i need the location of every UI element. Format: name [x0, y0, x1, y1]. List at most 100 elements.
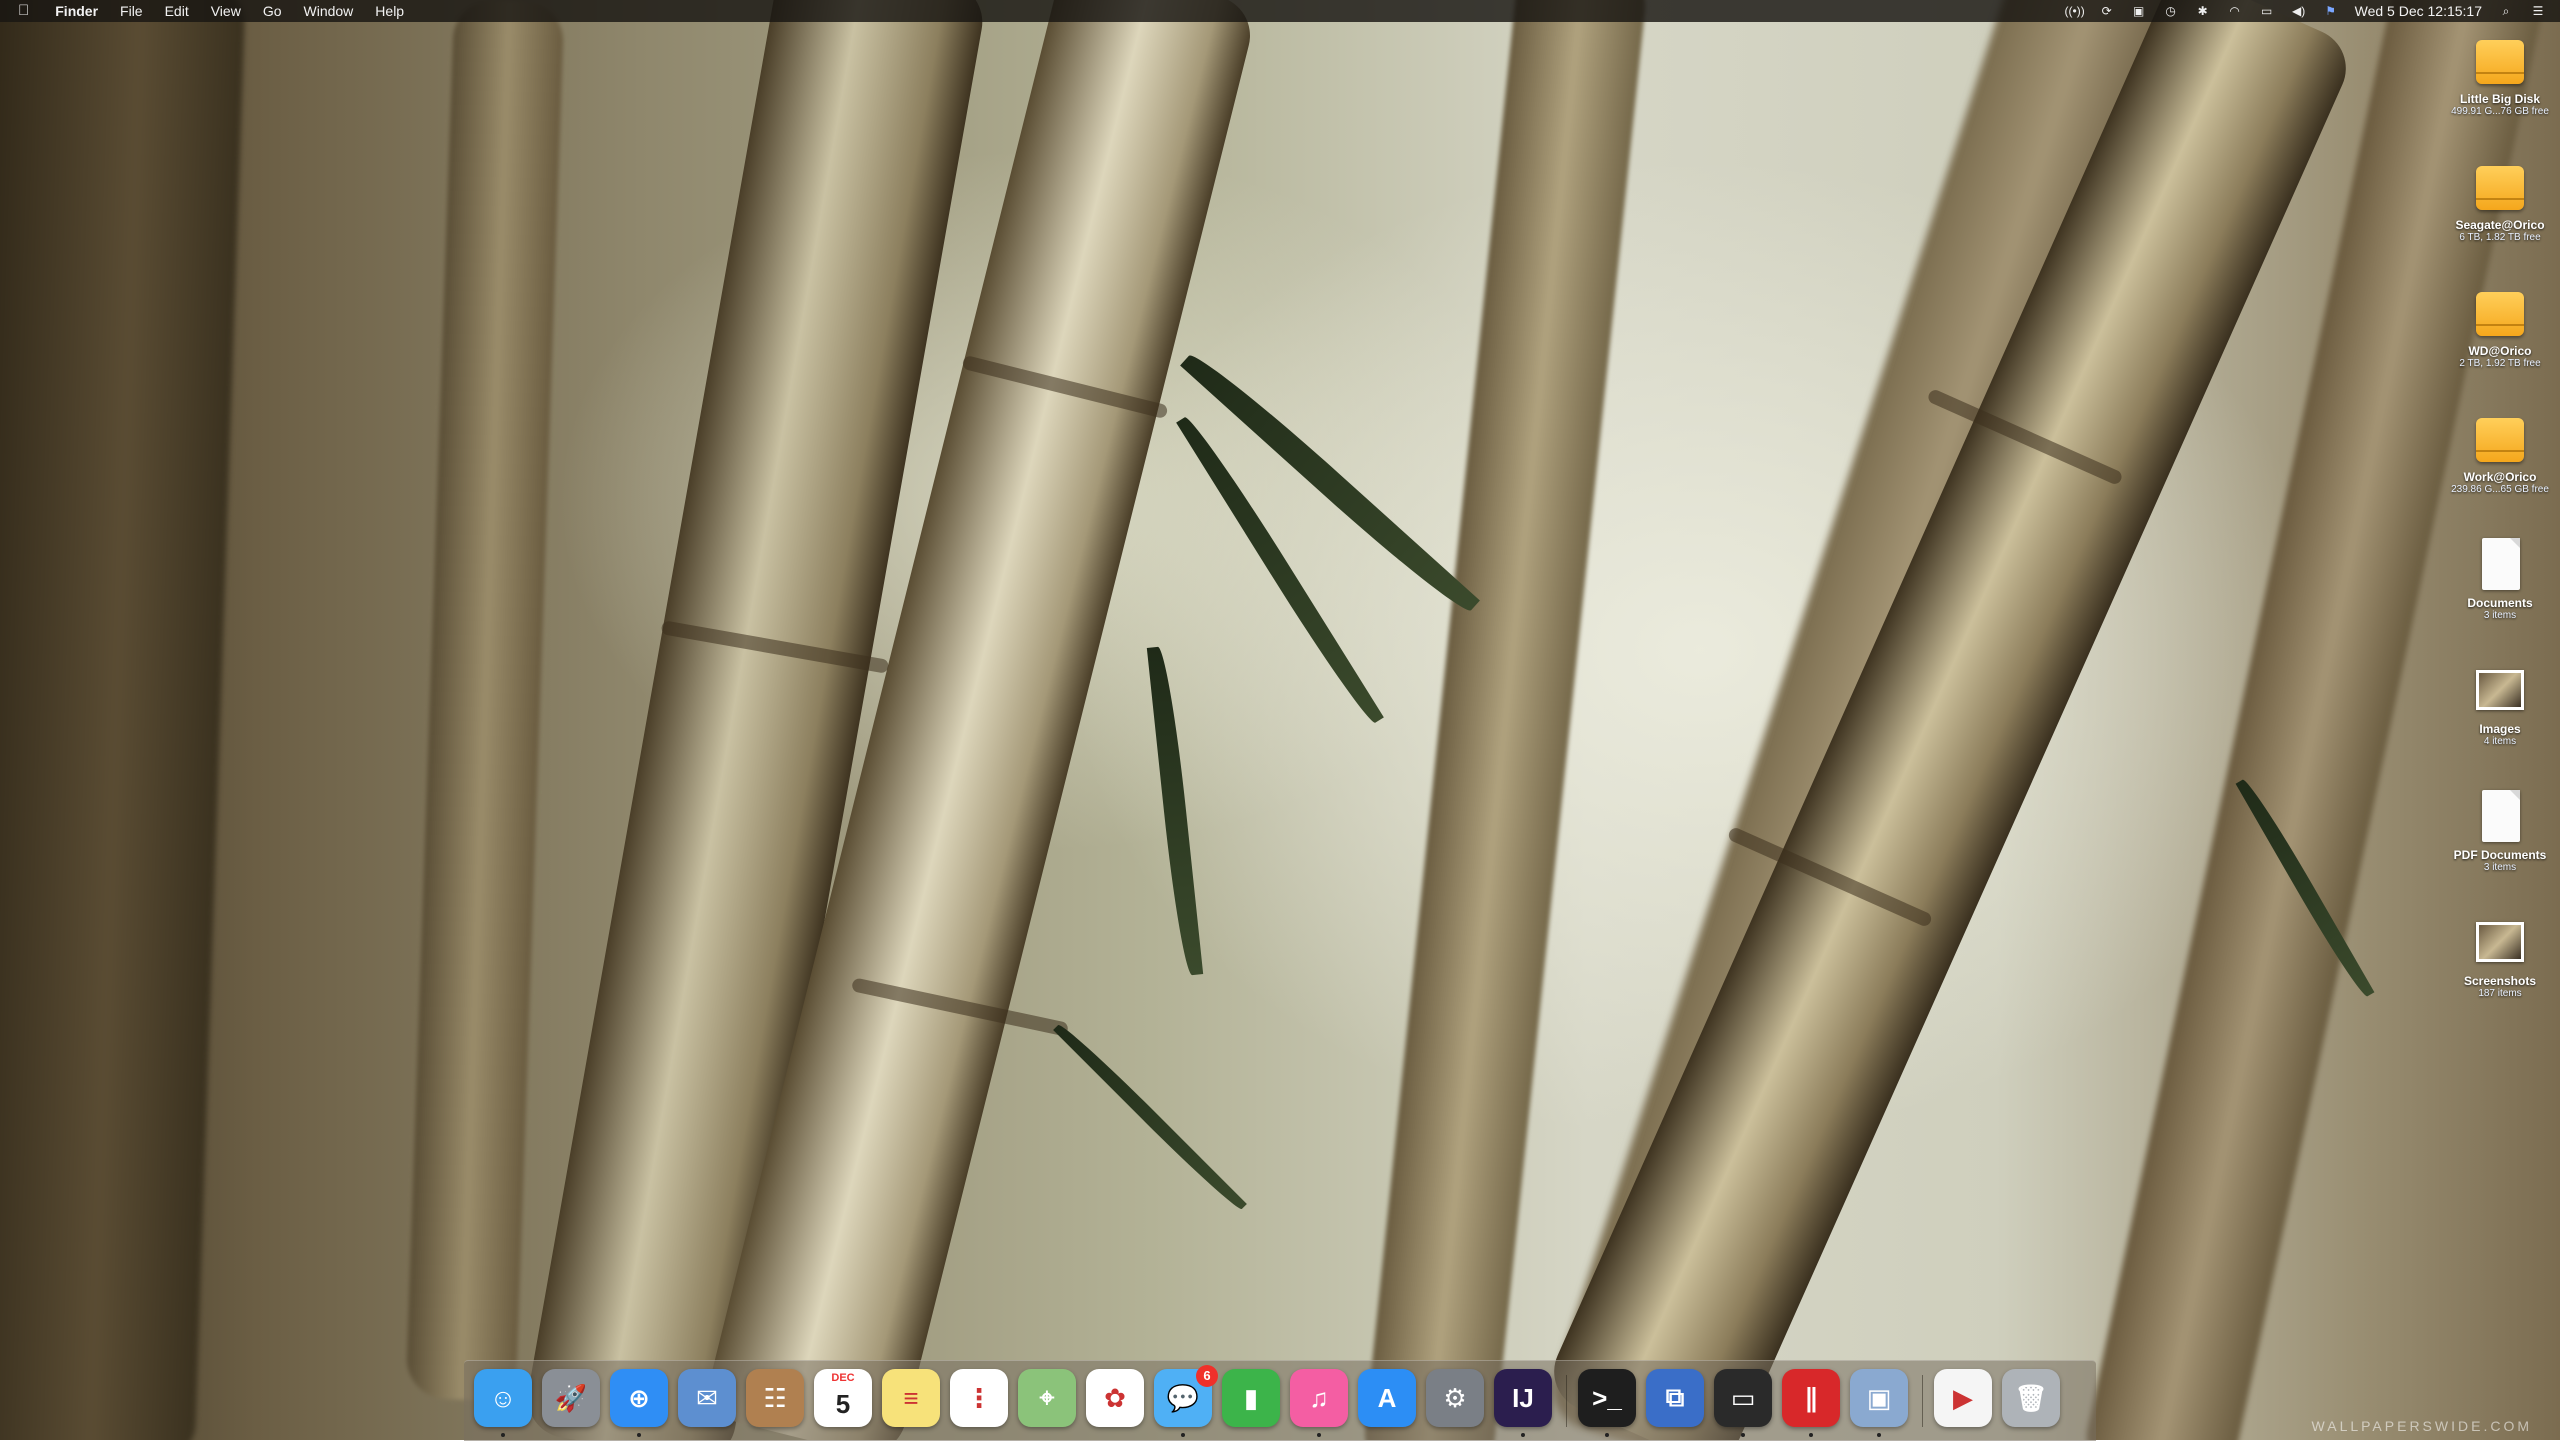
desktop-item-info: 3 items	[2483, 862, 2517, 873]
dock-glyph: ⊕	[628, 1382, 650, 1413]
virtualbox-icon[interactable]: ▣	[1850, 1369, 1908, 1427]
desktop-item[interactable]: Little Big Disk 499.91 G...76 GB free	[2440, 30, 2560, 118]
running-indicator	[1809, 1433, 1813, 1437]
dock-glyph: ⌖	[1039, 1382, 1055, 1412]
watermark-text: WALLPAPERSWIDE.COM	[2311, 1418, 2532, 1434]
time-machine-icon[interactable]: ◷	[2163, 4, 2179, 18]
dock-glyph: IJ	[1512, 1382, 1534, 1413]
notification-badge: 6	[1196, 1365, 1218, 1387]
document-icon[interactable]: ▶	[1934, 1369, 1992, 1427]
trash-icon[interactable]: 🗑	[2002, 1369, 2060, 1427]
intellij-icon[interactable]: IJ	[1494, 1369, 1552, 1427]
running-indicator	[1317, 1433, 1321, 1437]
desktop-item-name: PDF Documents	[2453, 848, 2547, 862]
desktop-item-info: 239.86 G...65 GB free	[2451, 484, 2549, 495]
desktop-item-name: Screenshots	[2463, 974, 2537, 988]
dock-glyph: 💬	[1166, 1382, 1200, 1413]
desktop-item[interactable]: WD@Orico 2 TB, 1.92 TB free	[2440, 282, 2560, 370]
running-indicator	[1877, 1433, 1881, 1437]
menu-help[interactable]: Help	[375, 0, 404, 22]
chart-icon[interactable]: ▮	[1222, 1369, 1280, 1427]
dock-glyph: 🗑	[2014, 1382, 2048, 1413]
rocket-icon[interactable]: 🚀	[542, 1369, 600, 1427]
desktop-item[interactable]: Images 4 items	[2440, 660, 2560, 748]
dock-glyph: 🚀	[554, 1382, 588, 1413]
desktop-item-name: Documents	[2467, 596, 2533, 610]
menu-view[interactable]: View	[211, 0, 241, 22]
desktop-item[interactable]: Documents 3 items	[2440, 534, 2560, 622]
running-indicator	[1741, 1433, 1745, 1437]
broadcast-icon[interactable]: ((•))	[2065, 4, 2085, 18]
dock-separator	[1566, 1375, 1567, 1427]
running-indicator	[1181, 1433, 1185, 1437]
dock-glyph: ▶	[1953, 1382, 1973, 1413]
dock-glyph: ⚙	[1443, 1382, 1467, 1413]
monitor-icon[interactable]: ▭	[1714, 1369, 1772, 1427]
list-icon[interactable]: ☰	[2530, 4, 2546, 18]
dock-glyph: ☺	[489, 1382, 517, 1413]
desktop-item-info: 3 items	[2483, 610, 2517, 621]
desktop-item-info: 6 TB, 1.82 TB free	[2459, 232, 2541, 243]
calendar-icon[interactable]: DEC 5	[814, 1369, 872, 1427]
menu-file[interactable]: File	[120, 0, 143, 22]
dock-glyph: ⧉	[1665, 1382, 1685, 1412]
drive-icon	[2472, 156, 2528, 216]
photo-icon	[2472, 912, 2528, 972]
desktop-item-name: WD@Orico	[2468, 344, 2532, 358]
apple-icon[interactable]: 	[18, 0, 29, 22]
screen-icon[interactable]: ▣	[2131, 4, 2147, 18]
running-indicator	[1521, 1433, 1525, 1437]
mail-icon[interactable]: ✉	[678, 1369, 736, 1427]
dock-glyph: ⋮	[966, 1382, 992, 1413]
terminal-icon[interactable]: >_	[1578, 1369, 1636, 1427]
document-icon	[2472, 534, 2528, 594]
compass-icon[interactable]: ⊕	[610, 1369, 668, 1427]
menu-window[interactable]: Window	[304, 0, 354, 22]
running-indicator	[501, 1433, 505, 1437]
menu-go[interactable]: Go	[263, 0, 282, 22]
search-icon[interactable]: ⌕	[2498, 4, 2514, 18]
calendar-day: 5	[835, 1388, 851, 1419]
desktop-wallpaper	[0, 0, 2560, 1440]
photos-icon[interactable]: ✿	[1086, 1369, 1144, 1427]
menu-app-name[interactable]: Finder	[55, 0, 98, 22]
music-icon[interactable]: ♫	[1290, 1369, 1348, 1427]
bluetooth-icon[interactable]: ✱	[2195, 4, 2211, 18]
menu-clock[interactable]: Wed 5 Dec 12:15:17	[2355, 0, 2482, 22]
drive-icon	[2472, 408, 2528, 468]
sync-icon[interactable]: ⟳	[2099, 4, 2115, 18]
menu-bar:  Finder File Edit View Go Window Help (…	[0, 0, 2560, 22]
running-indicator	[1605, 1433, 1609, 1437]
notes-icon[interactable]: ≡	[882, 1369, 940, 1427]
dock-glyph: ∥	[1804, 1382, 1818, 1413]
desktop-item[interactable]: Work@Orico 239.86 G...65 GB free	[2440, 408, 2560, 496]
airplay-icon[interactable]: ▭	[2259, 4, 2275, 18]
desktop-item-name: Work@Orico	[2463, 470, 2537, 484]
drive-icon	[2472, 30, 2528, 90]
dock-glyph: ✿	[1104, 1382, 1126, 1413]
desktop-item[interactable]: PDF Documents 3 items	[2440, 786, 2560, 874]
desktop-item-info: 187 items	[2478, 988, 2522, 999]
menu-edit[interactable]: Edit	[165, 0, 189, 22]
gear-icon[interactable]: ⚙	[1426, 1369, 1484, 1427]
reminders-icon[interactable]: ⋮	[950, 1369, 1008, 1427]
desktop-item[interactable]: Screenshots 187 items	[2440, 912, 2560, 1000]
desktop-item-info: 499.91 G...76 GB free	[2451, 106, 2549, 117]
drive-icon	[2472, 282, 2528, 342]
volume-icon[interactable]: ◀)	[2291, 4, 2307, 18]
document-icon	[2472, 786, 2528, 846]
dock-glyph: ✉	[696, 1382, 718, 1413]
finder-icon[interactable]: ☺	[474, 1369, 532, 1427]
dock-glyph: ≡	[903, 1382, 919, 1413]
map-icon[interactable]: ⌖	[1018, 1369, 1076, 1427]
contacts-icon[interactable]: ☷	[746, 1369, 804, 1427]
desktop-item[interactable]: Seagate@Orico 6 TB, 1.82 TB free	[2440, 156, 2560, 244]
windows-icon[interactable]: ⧉	[1646, 1369, 1704, 1427]
parallels-icon[interactable]: ∥	[1782, 1369, 1840, 1427]
flag-icon[interactable]: ⚑	[2323, 4, 2339, 18]
desktop-item-name: Little Big Disk	[2459, 92, 2540, 106]
app-store-icon[interactable]: A	[1358, 1369, 1416, 1427]
wifi-icon[interactable]: ◠	[2227, 4, 2243, 18]
running-indicator	[637, 1433, 641, 1437]
dock-glyph: ♫	[1309, 1382, 1329, 1413]
